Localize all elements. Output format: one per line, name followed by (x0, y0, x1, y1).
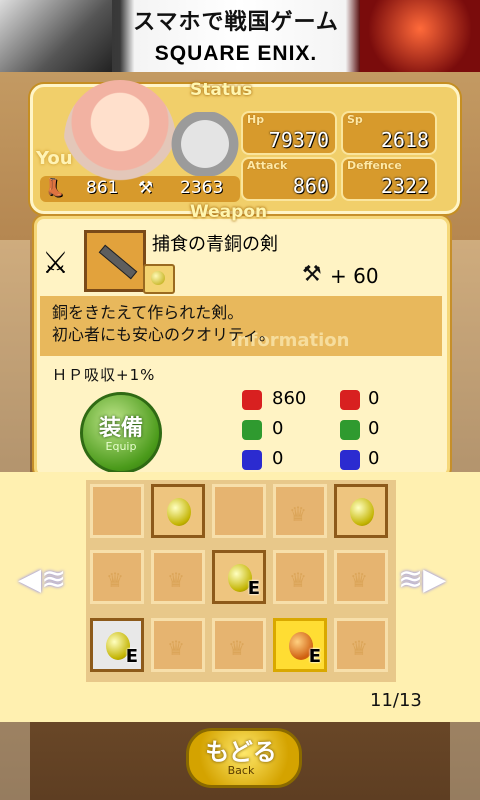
wind-attack-icon (242, 420, 262, 440)
character-portrait (64, 80, 176, 200)
fire-attack-icon (242, 390, 262, 410)
gem-icon (167, 498, 191, 526)
sp-label: Sp (347, 113, 363, 126)
equip-sublabel[interactable]: Equip (80, 440, 162, 453)
attack-label: Attack (247, 159, 288, 172)
inventory-slot-equipped[interactable]: E (212, 550, 266, 604)
sp-box: Sp 2618 (341, 111, 437, 155)
page-indicator: 11/13 (370, 690, 422, 711)
inventory-slot-equipped[interactable]: E (90, 618, 144, 672)
ad-brand: SQUARE ENIX. (154, 42, 318, 65)
inventory-slot-selected[interactable]: E (273, 618, 327, 672)
attack-value: 860 (292, 174, 329, 198)
weapon-name: 捕食の青銅の剣 (152, 234, 278, 255)
equip-label[interactable]: 装備 (80, 410, 162, 442)
inventory-grid: ♛ ♛ ♛ E ♛ ♛ E ♛ ♛ E ♛ (86, 480, 396, 682)
weapon-header: Weapon (190, 202, 268, 222)
boot-icon: 👢 (44, 178, 66, 198)
defence-value: 2322 (380, 174, 429, 198)
crown-icon: ♛ (350, 636, 368, 660)
inventory-slot-empty[interactable] (212, 484, 266, 538)
sword-type-icon: ⚔ (42, 246, 69, 281)
pet-paw-image (170, 112, 240, 176)
inventory-slot-gem[interactable] (334, 484, 388, 538)
weapon-slot-icon (143, 264, 175, 294)
back-sublabel[interactable]: Back (186, 764, 296, 777)
inventory-slot-empty[interactable]: ♛ (273, 484, 327, 538)
attack-bonus: + 60 (330, 264, 379, 288)
ad-title: スマホで戦国ゲーム (133, 9, 339, 35)
attack-box: Attack 860 (241, 157, 337, 201)
hp-box: Hp 79370 (241, 111, 337, 155)
defence-label: Deffence (347, 159, 402, 172)
prev-page-wing-icon[interactable]: ◀≋ (18, 562, 84, 602)
crown-icon: ♛ (289, 568, 307, 592)
equipped-mark: E (125, 646, 138, 667)
inventory-slot-empty[interactable]: ♛ (334, 618, 388, 672)
wind-attack-value: 0 (272, 418, 284, 439)
next-page-wing-icon[interactable]: ≋▶ (398, 562, 464, 602)
water-defence-value: 0 (368, 448, 380, 469)
water-defence-icon (340, 450, 360, 470)
hp-label: Hp (247, 113, 265, 126)
inventory-slot-empty[interactable]: ♛ (90, 550, 144, 604)
gem-icon (350, 498, 374, 526)
ad-right-art (360, 0, 480, 72)
crown-icon: ♛ (167, 636, 185, 660)
wind-defence-value: 0 (368, 418, 380, 439)
hammer-icon: ⚒ (302, 262, 322, 287)
crown-icon: ♛ (167, 568, 185, 592)
inventory-slot-empty[interactable]: ♛ (334, 550, 388, 604)
crown-icon: ♛ (289, 502, 307, 526)
fire-defence-icon (340, 390, 360, 410)
water-attack-value: 0 (272, 448, 284, 469)
inventory-slot-empty[interactable]: ♛ (151, 550, 205, 604)
wind-defence-icon (340, 420, 360, 440)
inventory-slot-empty[interactable]: ♛ (212, 618, 266, 672)
status-header: Status (190, 80, 253, 100)
crown-icon: ♛ (350, 568, 368, 592)
fire-attack-value: 860 (272, 388, 307, 409)
defence-box: Deffence 2322 (341, 157, 437, 201)
equipped-mark: E (247, 578, 260, 599)
water-attack-icon (242, 450, 262, 470)
back-label[interactable]: もどる (186, 732, 296, 767)
inventory-slot-empty[interactable]: ♛ (273, 550, 327, 604)
mini-stat-right: 2363 (180, 178, 224, 198)
weapon-description: 銅をきたえて作られた剣。 初心者にも安心のクオリティ。 (52, 303, 276, 344)
weapon-skill: ＨＰ吸収+1% (52, 366, 156, 384)
inventory-slot-gem[interactable] (151, 484, 205, 538)
star-crown-icon: ♛ (228, 636, 246, 660)
sp-value: 2618 (380, 128, 429, 152)
hp-value: 79370 (268, 128, 329, 152)
inventory-slot-empty[interactable] (90, 484, 144, 538)
ad-left-art (0, 0, 112, 72)
crown-icon: ♛ (106, 568, 124, 592)
weapon-image (84, 230, 146, 292)
inventory-slot-empty[interactable]: ♛ (151, 618, 205, 672)
fire-defence-value: 0 (368, 388, 380, 409)
equipped-mark: E (308, 646, 321, 667)
